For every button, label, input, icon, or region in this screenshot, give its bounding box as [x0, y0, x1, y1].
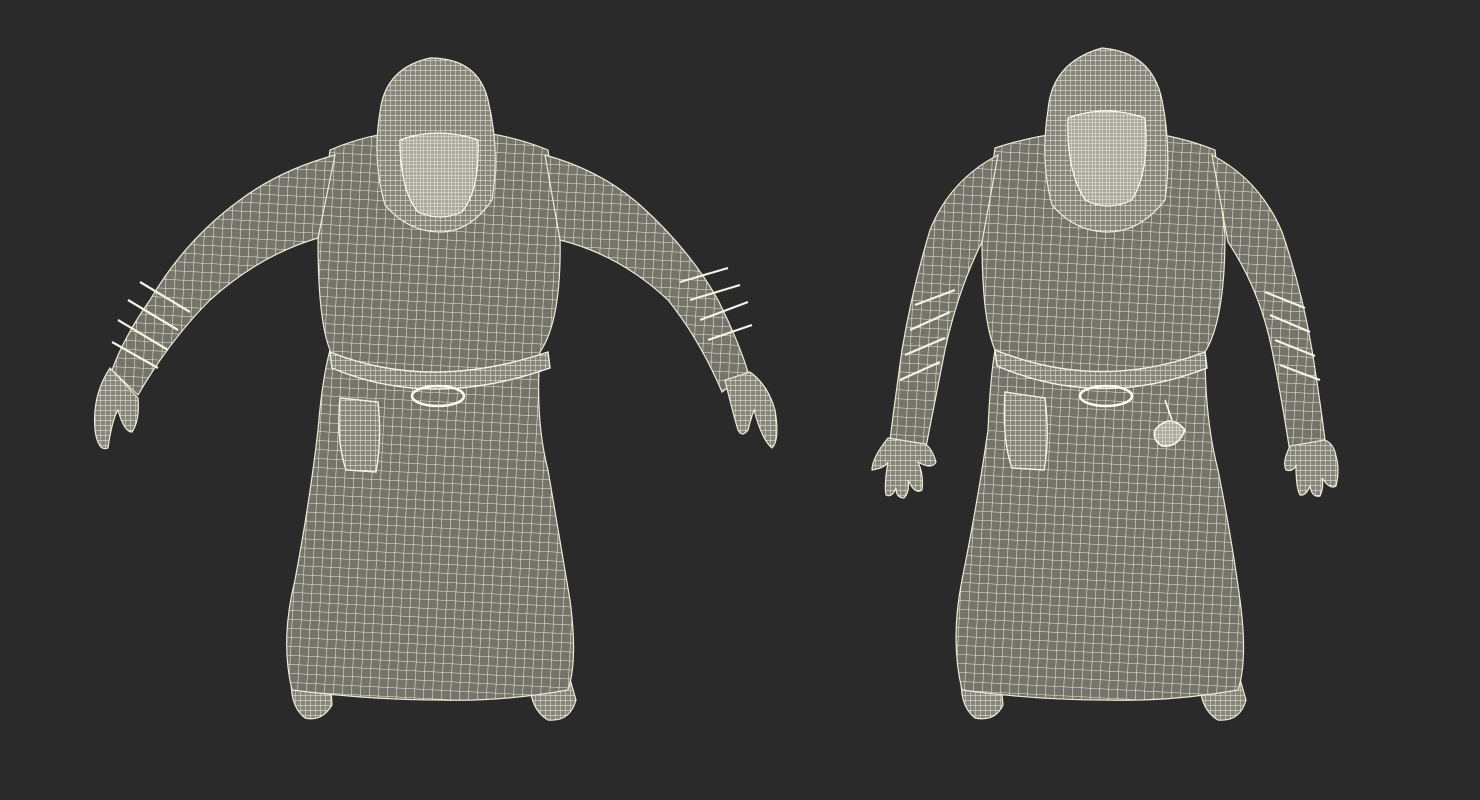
- left-figure-pouch: [338, 397, 381, 473]
- wireframe-render: [0, 0, 1480, 800]
- render-viewport: [0, 0, 1480, 800]
- right-figure-pouch: [1003, 391, 1048, 471]
